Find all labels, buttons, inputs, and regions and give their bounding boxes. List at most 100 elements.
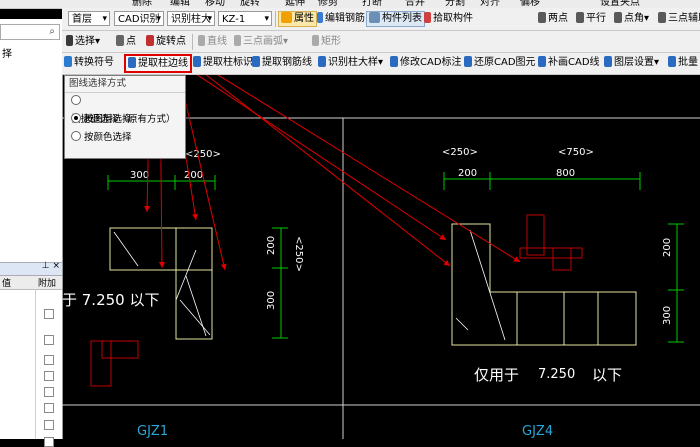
rectangle-button[interactable]: 矩形 — [312, 34, 341, 50]
right-note-value: 7.250 — [538, 367, 575, 382]
rotate-icon — [146, 35, 154, 46]
layer-icon — [604, 56, 612, 67]
modify-icon — [390, 56, 398, 67]
pencil-icon — [317, 12, 323, 23]
left-label-250: <250> — [185, 149, 221, 160]
picker-icon — [424, 12, 431, 23]
right-dim-200: 200 — [458, 168, 477, 179]
radio-icon[interactable] — [71, 131, 81, 141]
option-by-layer-label: 按图层选择 — [84, 114, 132, 125]
point-button[interactable]: 点 — [116, 34, 136, 50]
recognize-column-select[interactable]: 识别柱大 — [167, 11, 215, 27]
parallel-label: 平行 — [586, 13, 606, 24]
convert-symbol-button[interactable]: 转换符号 — [64, 55, 114, 71]
restore-icon — [464, 56, 472, 67]
option-by-color[interactable]: 按颜色选择 — [65, 129, 185, 147]
pin-close-icons[interactable]: ⊥ × — [42, 261, 60, 271]
floor-select[interactable]: 首层 — [68, 11, 110, 27]
checkbox-row-2[interactable] — [44, 335, 54, 345]
left-vdim-300: 300 — [266, 291, 277, 310]
right-vdim-200: 200 — [662, 238, 673, 257]
right-dim-800: 800 — [556, 168, 575, 179]
radio-icon[interactable] — [71, 95, 81, 105]
option-by-color-label: 按颜色选择 — [84, 132, 132, 143]
line-label: 直线 — [207, 36, 227, 47]
left-vdim-200: 200 — [266, 236, 277, 255]
recognize-column-table-label: 识别柱大样 — [328, 57, 378, 68]
column-label-icon — [193, 56, 201, 67]
extract-column-edge-label: 提取柱边线 — [138, 58, 188, 69]
checkbox-row-1[interactable] — [44, 309, 54, 319]
checkbox-row-4[interactable] — [44, 371, 54, 381]
right-note-suffix: 以下 — [592, 366, 622, 384]
left-dim-200: 200 — [184, 170, 203, 181]
layer-settings-label: 图层设置 — [614, 57, 654, 68]
three-point-arc-label: 三点画弧 — [243, 36, 283, 47]
attribute-label: 属性 — [294, 13, 314, 24]
line-button[interactable]: 直线 — [198, 34, 227, 50]
modify-cad-label-button[interactable]: 修改CAD标注 — [390, 55, 462, 71]
column-table-icon — [318, 56, 326, 67]
point-angle-button[interactable]: 点角▾ — [614, 11, 649, 27]
extract-column-edge-button[interactable]: 提取柱边线 — [124, 54, 192, 73]
right-stirrup-lines — [455, 229, 506, 341]
cad-recognize-select[interactable]: CAD识别 — [114, 11, 164, 27]
fill-cad-line-button[interactable]: 补画CAD线 — [538, 55, 600, 71]
column-edge-icon — [128, 57, 136, 68]
batch-button[interactable]: 批量 — [668, 55, 698, 71]
right-vdim-300: 300 — [662, 306, 673, 325]
left-panel-text: 择 — [2, 49, 12, 60]
layer-settings-button[interactable]: 图层设置▾ — [604, 55, 659, 71]
property-col-header: 值 附加 — [0, 276, 62, 290]
checkbox-row-7[interactable] — [44, 420, 54, 430]
convert-symbol-label: 转换符号 — [74, 57, 114, 68]
point-angle-label: 点角 — [624, 13, 644, 24]
option-shortcut[interactable]: 快捷键选择（原有方式） — [65, 93, 185, 125]
toolbar-row-1: 首层 CAD识别 识别柱大 KZ-1 属性 编辑钢筋 构件列表 拾取构件 两点 … — [62, 8, 700, 31]
edit-rebar-button[interactable]: 编辑钢筋 — [317, 11, 365, 27]
fill-cad-line-label: 补画CAD线 — [548, 57, 600, 68]
angle-icon — [614, 12, 622, 23]
component-list-button[interactable]: 构件列表 — [366, 11, 425, 27]
left-search-box[interactable]: ⌕ — [0, 24, 60, 40]
radio-selected-icon[interactable] — [71, 113, 81, 123]
select-button[interactable]: 选择▾ — [66, 34, 100, 50]
right-label-250: <250> — [442, 147, 478, 158]
left-column-outline — [109, 227, 213, 340]
checkbox-row-3[interactable] — [44, 355, 54, 365]
popup-title: 图线选择方式 — [65, 76, 185, 93]
left-dim-300: 300 — [130, 170, 149, 181]
parallel-button[interactable]: 平行 — [576, 11, 606, 27]
line-select-mode-popup: 图线选择方式 快捷键选择（原有方式） 按图层选择 按颜色选择 — [64, 75, 186, 159]
extract-column-label-label: 提取柱标识 — [203, 57, 253, 68]
right-note-prefix: 仅用于 — [474, 366, 519, 384]
two-points-label: 两点 — [548, 13, 568, 24]
three-point-arc-button[interactable]: 三点画弧▾ — [234, 34, 288, 50]
right-label-750: <750> — [558, 147, 594, 158]
rectangle-icon — [312, 35, 319, 46]
extract-column-label-button[interactable]: 提取柱标识 — [193, 55, 253, 71]
rotate-point-label: 旋转点 — [156, 36, 186, 47]
extract-rebar-line-button[interactable]: 提取钢筋线 — [252, 55, 312, 71]
component-list-label: 构件列表 — [382, 13, 422, 24]
recognize-column-table-button[interactable]: 识别柱大样▾ — [318, 55, 383, 71]
rebar-line-icon — [252, 56, 260, 67]
three-point-icon — [658, 12, 666, 23]
parallel-icon — [576, 12, 584, 23]
cursor-icon — [66, 35, 73, 46]
component-select[interactable]: KZ-1 — [218, 11, 272, 27]
grid-icon — [281, 12, 292, 23]
checkbox-row-5[interactable] — [44, 387, 54, 397]
search-icon[interactable]: ⌕ — [49, 26, 55, 37]
edit-rebar-label: 编辑钢筋 — [325, 13, 365, 24]
col-additional: 附加 — [38, 279, 57, 289]
checkbox-row-6[interactable] — [44, 403, 54, 413]
rotate-point-button[interactable]: 旋转点 — [146, 34, 186, 50]
pick-component-button[interactable]: 拾取构件 — [424, 11, 473, 27]
three-point-aux-button[interactable]: 三点辅助 — [658, 11, 700, 27]
restore-cad-button[interactable]: 还原CAD图元 — [464, 55, 536, 71]
two-points-button[interactable]: 两点 — [538, 11, 568, 27]
fill-line-icon — [538, 56, 546, 67]
attribute-button[interactable]: 属性 — [278, 11, 317, 27]
point-label: 点 — [126, 36, 136, 47]
